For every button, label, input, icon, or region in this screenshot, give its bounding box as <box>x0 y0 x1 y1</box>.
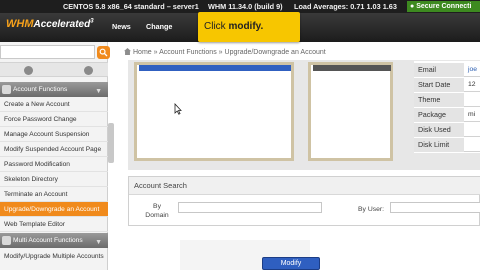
sidebar-item-web-template-editor[interactable]: Web Template Editor <box>0 217 108 232</box>
info-row-disk-limit: Disk Limit <box>414 138 480 152</box>
sidebar-item-create-account[interactable]: Create a New Account <box>0 97 108 112</box>
info-label: Package <box>414 108 464 122</box>
package-select-list[interactable] <box>308 62 393 161</box>
info-value-theme <box>466 93 468 107</box>
info-label: Theme <box>414 93 464 107</box>
search-icon <box>99 48 108 57</box>
section-label: Multi Account Functions <box>13 237 83 244</box>
modify-button[interactable]: Modify <box>262 257 320 270</box>
breadcrumb-home[interactable]: Home <box>133 49 152 56</box>
sidebar-search <box>0 45 112 59</box>
info-label: Disk Limit <box>414 138 464 152</box>
info-row-disk-used: Disk Used <box>414 123 480 137</box>
info-value-disk-limit <box>466 138 468 152</box>
home-icon[interactable] <box>124 48 131 55</box>
instruction-tooltip: Click modify. <box>198 12 300 42</box>
sidebar-controls <box>0 62 108 77</box>
account-functions-icon <box>2 85 11 94</box>
account-search-panel: Account Search By Domain By User: <box>128 176 480 226</box>
section-multi-account-functions[interactable]: Multi Account Functions ▼ <box>0 233 108 248</box>
sidebar: Account Functions ▼ Create a New Account… <box>0 42 110 270</box>
by-domain-input[interactable] <box>178 202 322 213</box>
nav-change[interactable]: Change <box>146 22 172 31</box>
info-row-theme: Theme <box>414 93 480 107</box>
logo-whm-text: WHM <box>6 18 34 30</box>
info-row-email: Email joe <box>414 63 480 77</box>
sidebar-search-input[interactable] <box>0 45 95 59</box>
sidebar-item-password-modification[interactable]: Password Modification <box>0 157 108 172</box>
info-value-disk-used <box>466 123 468 137</box>
secure-connection-label: Secure Connecti <box>416 3 472 10</box>
selected-account-row[interactable] <box>139 65 291 71</box>
account-info-table: Email joe Start Date 12 Theme Package mi… <box>414 61 480 153</box>
logo-version-sup: 3 <box>90 18 94 25</box>
breadcrumb-page: Upgrade/Downgrade an Account <box>224 49 326 56</box>
account-search-title: Account Search <box>129 177 480 195</box>
selected-package-row[interactable] <box>313 65 391 71</box>
logo-accelerated-text: Accelerated <box>33 19 91 30</box>
section-account-functions[interactable]: Account Functions ▼ <box>0 82 108 97</box>
sidebar-item-manage-suspension[interactable]: Manage Account Suspension <box>0 127 108 142</box>
info-label: Disk Used <box>414 123 464 137</box>
tooltip-emphasis: modify. <box>228 21 264 32</box>
sidebar-item-modify-suspended-page[interactable]: Modify Suspended Account Page <box>0 142 108 157</box>
breadcrumb-separator: » <box>218 49 223 56</box>
by-user-input[interactable] <box>390 202 480 213</box>
server-os-text: CENTOS 5.8 x86_64 standard – server1 <box>63 2 199 11</box>
multi-account-icon <box>2 236 11 245</box>
info-label: Email <box>414 63 464 77</box>
breadcrumb-separator: » <box>153 49 158 56</box>
whm-logo[interactable]: WHMAccelerated3 <box>6 18 94 30</box>
info-value-package: mi <box>468 111 476 118</box>
info-value-start-date: 12 <box>468 81 476 88</box>
secure-connection-badge: ● Secure Connecti <box>407 1 480 12</box>
by-domain-label: By Domain <box>145 203 169 219</box>
by-user-label: By User: <box>358 206 385 213</box>
info-row-start-date: Start Date 12 <box>414 78 480 92</box>
sidebar-item-upgrade-downgrade[interactable]: Upgrade/Downgrade an Account <box>0 202 108 217</box>
lock-icon: ● <box>410 3 415 10</box>
search-button[interactable] <box>97 46 110 59</box>
sidebar-item-skeleton-directory[interactable]: Skeleton Directory <box>0 172 108 187</box>
expand-all-icon[interactable] <box>84 66 93 75</box>
info-row-package: Package mi <box>414 108 480 122</box>
section-label: Account Functions <box>13 86 68 93</box>
mouse-cursor-icon <box>174 103 182 115</box>
account-select-list[interactable] <box>134 62 294 161</box>
breadcrumb-section[interactable]: Account Functions <box>159 49 217 56</box>
load-averages-text: Load Averages: 0.71 1.03 1.63 <box>294 2 397 11</box>
chevron-down-icon: ▼ <box>95 239 102 246</box>
info-value-email[interactable]: joe <box>466 63 477 77</box>
sidebar-scrollbar[interactable] <box>108 123 114 163</box>
breadcrumb: Home » Account Functions » Upgrade/Downg… <box>124 48 326 56</box>
sidebar-item-modify-upgrade-multiple[interactable]: Modify/Upgrade Multiple Accounts <box>0 251 108 262</box>
info-label: Start Date <box>414 78 464 92</box>
sidebar-item-terminate-account[interactable]: Terminate an Account <box>0 187 108 202</box>
collapse-all-icon[interactable] <box>24 66 33 75</box>
tooltip-prefix: Click <box>204 21 229 32</box>
nav-news[interactable]: News <box>112 22 131 31</box>
sidebar-item-force-password-change[interactable]: Force Password Change <box>0 112 108 127</box>
